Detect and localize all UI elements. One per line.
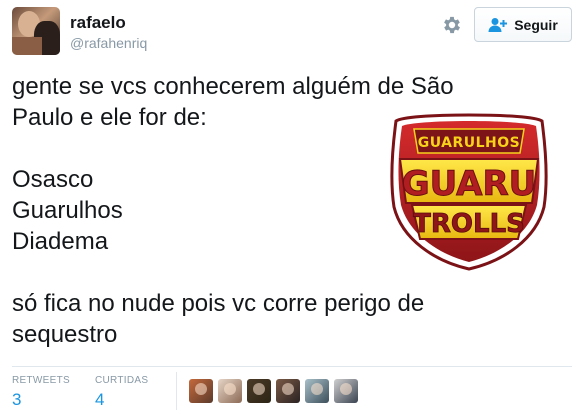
liker-avatar[interactable] (305, 379, 329, 403)
stats-separator (176, 372, 177, 410)
retweets-label: RETWEETS (12, 375, 70, 386)
retweets-count[interactable]: 3 (12, 390, 70, 410)
add-user-icon (488, 17, 508, 32)
logo-top-text: GUARULHOS (418, 135, 521, 151)
logo-bottom-text: TROLLS (413, 209, 525, 239)
gear-icon[interactable] (441, 14, 463, 36)
stats-divider (12, 366, 572, 367)
likers-avatars (189, 379, 358, 403)
follow-button-label: Seguir (514, 16, 558, 33)
liker-avatar[interactable] (247, 379, 271, 403)
liker-avatar[interactable] (276, 379, 300, 403)
favorites-stat[interactable]: CURTIDAS 4 (95, 375, 148, 410)
retweets-stat[interactable]: RETWEETS 3 (12, 375, 70, 410)
liker-avatar[interactable] (189, 379, 213, 403)
follow-button[interactable]: Seguir (474, 7, 572, 42)
liker-avatar[interactable] (218, 379, 242, 403)
user-handle[interactable]: @rafahenriq (70, 35, 147, 51)
liker-avatar[interactable] (334, 379, 358, 403)
guaru-trolls-logo[interactable]: GUARULHOS GUARU TROLLS (386, 111, 552, 273)
user-fullname[interactable]: rafaelo (70, 13, 126, 33)
favorites-count[interactable]: 4 (95, 390, 148, 410)
avatar[interactable] (12, 7, 60, 55)
favorites-label: CURTIDAS (95, 375, 149, 386)
logo-mid-text: GUARU (402, 164, 537, 204)
